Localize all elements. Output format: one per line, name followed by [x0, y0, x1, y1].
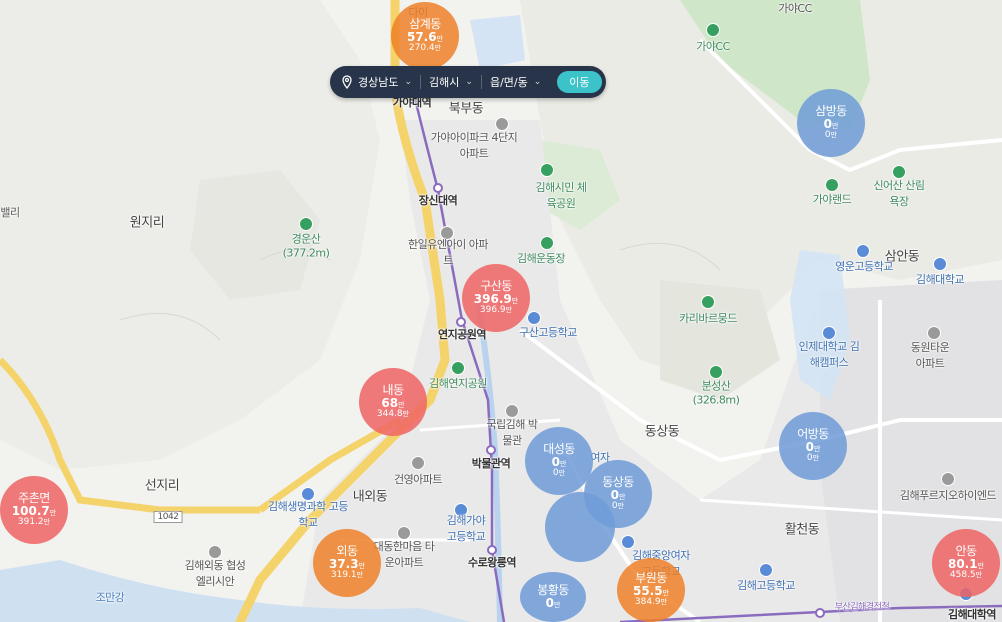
apartment-icon: [411, 456, 425, 470]
map-label: 연지공원역: [437, 328, 487, 341]
region-bubble[interactable]: 동상동 0만 0만: [584, 460, 652, 528]
map-label: 장신대역: [418, 194, 458, 207]
region-bubble[interactable]: 내동 68만 344.8만: [359, 368, 427, 436]
dong-label: 읍/면/동: [489, 76, 528, 89]
map-label: 김해시민 체육공원: [535, 181, 587, 210]
chevron-down-icon: ⌄: [533, 77, 542, 87]
stadium-icon: [540, 236, 554, 250]
region-bubble[interactable]: 주촌면 100.7만 391.2만: [0, 476, 68, 544]
map-label: 김해생명과학 고등학교: [268, 500, 348, 529]
region-value-secondary: 396.9만: [479, 305, 513, 316]
map-label: 1042: [153, 511, 183, 523]
map-label: 건영아파트: [393, 473, 443, 486]
apartment-icon: [941, 472, 955, 486]
map-label: 부산김해경전철: [834, 602, 890, 613]
map-label: 한일유엔아이 아파트: [408, 238, 488, 267]
school-icon: [933, 257, 947, 271]
school-icon: [759, 563, 773, 577]
region-bubble[interactable]: 부원동 55.5만 384.9만: [617, 558, 685, 622]
park-icon: [451, 361, 465, 375]
province-label: 경상남도: [358, 76, 399, 89]
map-label: 김해연지공원: [429, 377, 487, 390]
region-bubble[interactable]: 구산동 396.9만 396.9만: [462, 264, 530, 332]
map-label: 선지리: [144, 478, 180, 494]
map-label: 김해푸르지오하이엔드: [899, 489, 997, 502]
park-icon: [540, 163, 554, 177]
map-label: 김해외동 협성엘리시안: [184, 559, 246, 588]
map-label: 북부동: [448, 101, 484, 117]
map-label: 동원타운 아파트: [910, 341, 950, 370]
region-value-primary: 0만: [545, 596, 561, 610]
region-bubble[interactable]: 봉황동 0만: [520, 572, 586, 622]
map-label: 가야아이파크 4단지아파트: [430, 131, 518, 160]
region-value-secondary: 384.9만: [634, 597, 668, 608]
apartment-icon: [927, 326, 941, 340]
map-label: 구산고등학교: [519, 326, 577, 339]
region-value-secondary: 0만: [552, 468, 566, 479]
region-value-secondary: 458.5만: [949, 570, 983, 581]
map-label: 김해가야 고등학교: [446, 514, 486, 543]
map-label: 수로왕릉역: [467, 556, 517, 569]
school-icon: [527, 311, 541, 325]
province-dropdown[interactable]: 경상남도 ⌄: [356, 66, 420, 98]
region-bubble[interactable]: 외동 37.3만 319.1만: [313, 529, 381, 597]
region-value-secondary: 0만: [806, 453, 820, 464]
map-label: 경운산 (377.2m): [282, 232, 330, 260]
map-label: 김해운동장: [516, 252, 566, 265]
map-label: 김해고등학교: [737, 579, 795, 592]
map-label: 신어산 산림욕장: [873, 179, 925, 208]
map-label: 분성산 (326.8m): [692, 379, 740, 407]
map-label: 카리바르뭉드: [679, 312, 737, 325]
map-label: 조만강: [95, 591, 125, 604]
region-bubble[interactable]: 안동 80.1만 458.5만: [932, 529, 1000, 597]
region-value-secondary: 0만: [611, 501, 625, 512]
region-selector-bar: 경상남도 ⌄ 김해시 ⌄ 읍/면/동 ⌄ 이동: [330, 66, 606, 98]
region-bubble[interactable]: 삼방동 0만 0만: [797, 89, 865, 157]
mountain-icon: [299, 217, 313, 231]
map-label: 인제대학교 김해캠퍼스: [798, 340, 860, 369]
mountain-icon: [701, 295, 715, 309]
region-value-secondary: 0만: [824, 130, 838, 141]
map-label: 김해대학역: [947, 608, 997, 621]
chevron-down-icon: ⌄: [404, 77, 413, 87]
map-label: 동상동: [644, 424, 680, 440]
city-label: 김해시: [429, 76, 460, 89]
map-label: 영운고등학교: [835, 260, 893, 273]
golf-icon: [706, 23, 720, 37]
map-label: 활천동: [784, 522, 820, 538]
region-bubble[interactable]: 어방동 0만 0만: [779, 412, 847, 480]
map-label: 박물관역: [471, 457, 511, 470]
region-value-secondary: 270.4만: [408, 43, 442, 54]
map-pin-icon: [340, 75, 354, 89]
map-label: 가야CC: [778, 2, 812, 15]
map-label: 원지리: [129, 215, 165, 231]
region-bubble[interactable]: 삼계동 57.6만 270.4만: [391, 2, 459, 70]
chevron-down-icon: ⌄: [465, 77, 473, 87]
region-value-secondary: 344.8만: [376, 409, 410, 420]
map-label: 가야랜드: [812, 193, 852, 206]
park-icon: [825, 178, 839, 192]
move-button[interactable]: 이동: [557, 71, 602, 93]
region-value-secondary: 391.2만: [17, 517, 51, 528]
map-label: 김해대학교: [915, 273, 965, 286]
region-bubble[interactable]: 대성동 0만 0만: [525, 427, 593, 495]
map-label: 내외동: [352, 489, 388, 505]
map-label: 밸리: [0, 206, 20, 219]
region-value-secondary: 319.1만: [330, 570, 364, 581]
station-marker: [815, 608, 825, 618]
dong-dropdown[interactable]: 읍/면/동 ⌄: [482, 66, 549, 98]
map-label: 가야CC: [696, 40, 730, 53]
city-dropdown[interactable]: 김해시 ⌄: [421, 66, 481, 98]
school-icon: [856, 244, 870, 258]
